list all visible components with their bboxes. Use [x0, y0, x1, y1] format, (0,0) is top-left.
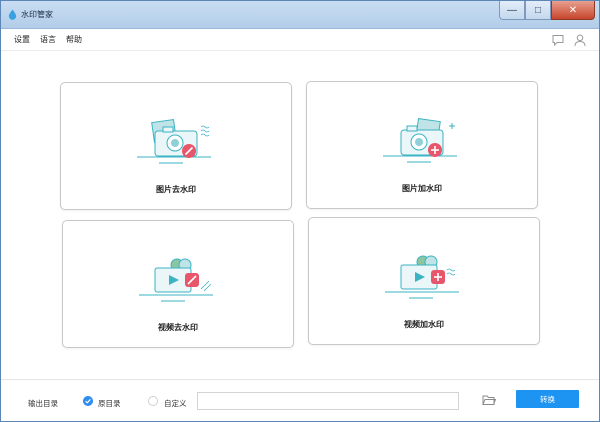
close-button[interactable]: ✕ [551, 1, 595, 20]
menu-settings[interactable]: 设置 [14, 34, 30, 45]
app-logo-icon [8, 9, 17, 20]
card-video-add-watermark[interactable]: 视频加水印 [308, 217, 540, 345]
photo-remove-watermark-icon [137, 119, 211, 164]
user-icon[interactable] [573, 33, 587, 47]
output-path-input[interactable] [197, 392, 459, 410]
card-photo-remove-watermark[interactable]: 图片去水印 [60, 82, 292, 210]
card-label: 图片加水印 [402, 184, 442, 193]
maximize-button[interactable]: □ [525, 1, 551, 20]
app-window: 水印管家 — □ ✕ 设置 语言 帮助 图片去水印 图片加水印 视频去水印 视频… [0, 0, 600, 422]
window-title: 水印管家 [21, 10, 53, 19]
radio-custom-directory[interactable] [148, 396, 158, 406]
card-label: 视频去水印 [158, 323, 198, 332]
card-label: 视频加水印 [404, 320, 444, 329]
window-controls: — □ ✕ [499, 1, 595, 21]
radio-original-directory[interactable] [83, 396, 93, 406]
card-video-remove-watermark[interactable]: 视频去水印 [62, 220, 294, 348]
radio-custom-label: 自定义 [164, 399, 187, 408]
card-photo-add-watermark[interactable]: 图片加水印 [306, 81, 538, 209]
card-label: 图片去水印 [156, 185, 196, 194]
radio-original-label: 原目录 [98, 399, 121, 408]
chat-bubble-icon[interactable] [551, 33, 565, 47]
menu-language[interactable]: 语言 [40, 34, 56, 45]
minimize-button[interactable]: — [499, 1, 525, 20]
folder-icon[interactable] [482, 394, 496, 406]
convert-button[interactable]: 转换 [516, 390, 579, 408]
menu-bar: 设置 语言 帮助 [1, 29, 599, 51]
menu-help[interactable]: 帮助 [66, 34, 82, 45]
main-content: 图片去水印 图片加水印 视频去水印 视频加水印 [1, 51, 599, 379]
output-directory-label: 输出目录 [28, 399, 58, 408]
title-bar[interactable]: 水印管家 — □ ✕ [1, 1, 599, 29]
bottom-bar: 输出目录 原目录 自定义 转换 [1, 379, 599, 421]
video-remove-watermark-icon [139, 258, 213, 302]
photo-add-watermark-icon [383, 118, 457, 163]
video-add-watermark-icon [385, 255, 459, 299]
